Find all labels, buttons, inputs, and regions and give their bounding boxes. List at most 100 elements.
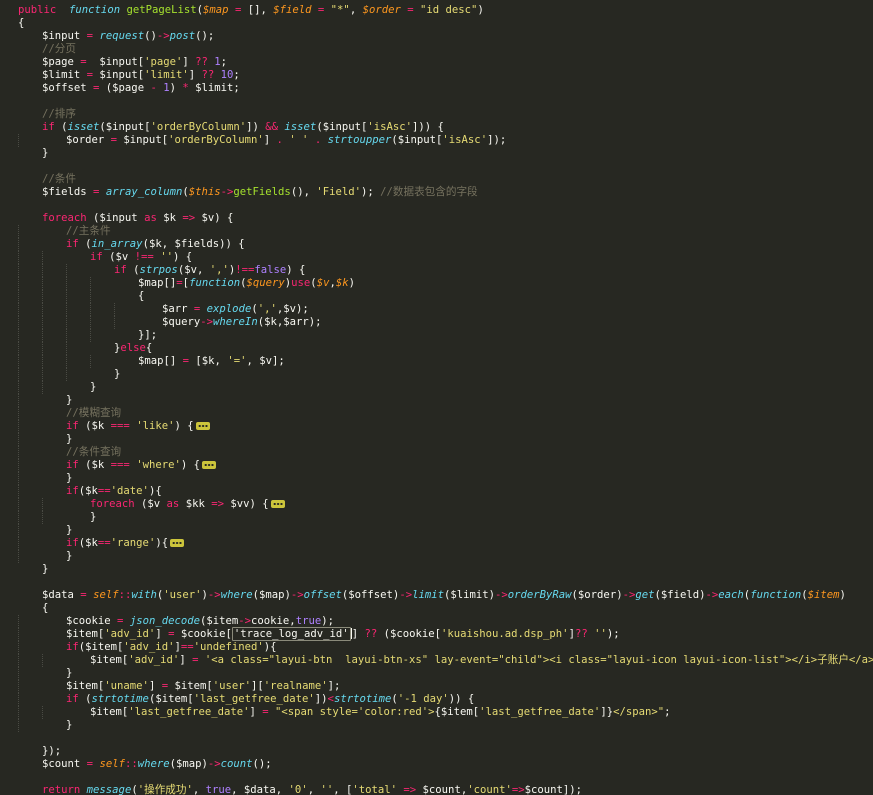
code-line[interactable]: } (6, 472, 873, 485)
code-token: $arr (162, 303, 194, 315)
indent-guide (66, 316, 67, 329)
code-line[interactable]: //条件查询 (6, 446, 873, 459)
code-line[interactable]: { (6, 290, 873, 303)
code-token: $map[] (138, 277, 177, 289)
code-token: strtoupper (327, 134, 392, 146)
code-line[interactable]: if (strpos($v, ',')!==false) { (6, 264, 873, 277)
code-token: !== (134, 251, 154, 263)
code-token: ($page (99, 82, 151, 94)
code-line[interactable]: public function getPageList($map = [], $… (6, 4, 873, 17)
code-line[interactable] (6, 95, 873, 108)
code-line[interactable]: $fields = array_column($this->getFields(… (6, 186, 873, 199)
code-line[interactable]: if ($k === 'like') { (6, 420, 873, 433)
code-token: [], (241, 4, 274, 16)
code-line[interactable]: $item['adv_id'] = '<a class="layui-btn l… (6, 654, 873, 667)
code-line[interactable]: } (6, 511, 873, 524)
code-token: $cookie[ (174, 628, 232, 640)
code-line[interactable]: } (6, 368, 873, 381)
code-line[interactable]: } (6, 667, 873, 680)
code-token: === (110, 420, 130, 432)
code-token: [$k, (189, 355, 228, 367)
folded-code-marker-icon[interactable] (201, 461, 216, 469)
code-line[interactable] (6, 732, 873, 745)
code-line[interactable]: if (isset($input['orderByColumn']) && is… (6, 121, 873, 134)
code-line[interactable]: $item['adv_id'] = $cookie['trace_log_adv… (6, 627, 873, 641)
indent-guide (42, 303, 43, 316)
code-line[interactable]: $input = request()->post(); (6, 30, 873, 43)
indent-guide (42, 251, 43, 264)
code-line[interactable]: $map[]=[function($query)use($v,$k) (6, 277, 873, 290)
code-token: else (120, 342, 146, 354)
code-line[interactable]: foreach ($input as $k => $v) { (6, 212, 873, 225)
code-area[interactable]: public function getPageList($map = [], $… (6, 4, 873, 795)
code-line[interactable]: //主条件 (6, 225, 873, 238)
code-line[interactable]: $cookie = json_decode($item->cookie,true… (6, 615, 873, 628)
code-line[interactable]: } (6, 394, 873, 407)
code-token: ] (182, 56, 196, 68)
code-line[interactable]: } (6, 381, 873, 394)
indent-guide (18, 381, 19, 394)
code-line[interactable]: //分页 (6, 43, 873, 56)
code-token: => (182, 212, 196, 224)
code-line[interactable] (6, 160, 873, 173)
code-line[interactable] (6, 771, 873, 784)
code-token: ) (477, 4, 484, 16)
code-token: ); (606, 628, 620, 640)
code-line[interactable]: $query->whereIn($k,$arr); (6, 316, 873, 329)
folded-code-marker-icon[interactable] (270, 500, 285, 508)
code-token: 'undefined' (193, 641, 264, 653)
code-line[interactable]: if($k=='date'){ (6, 485, 873, 498)
code-line[interactable]: if($k=='range'){ (6, 537, 873, 550)
code-line[interactable]: } (6, 524, 873, 537)
code-line[interactable]: { (6, 602, 873, 615)
code-line[interactable]: $item['uname'] = $item['user']['realname… (6, 680, 873, 693)
indent-guide (18, 264, 19, 277)
code-token: $count (42, 758, 87, 770)
code-line[interactable]: if($item['adv_id']=='undefined'){ (6, 641, 873, 654)
code-line[interactable]: $offset = ($page - 1) * $limit; (6, 82, 873, 95)
code-token: '操作成功' (137, 784, 193, 795)
code-line[interactable]: $page = $input['page'] ?? 1; (6, 56, 873, 69)
code-line[interactable] (6, 576, 873, 589)
code-token: foreach (42, 212, 87, 224)
code-line[interactable]: if ($v !== '') { (6, 251, 873, 264)
code-line[interactable]: $item['last_getfree_date'] = "<span styl… (6, 706, 873, 719)
code-token: { (42, 602, 49, 614)
code-line[interactable]: return message('操作成功', true, $data, '0',… (6, 784, 873, 795)
code-line[interactable] (6, 199, 873, 212)
code-token: (), (290, 186, 317, 198)
code-line[interactable]: //条件 (6, 173, 873, 186)
code-line[interactable]: } (6, 719, 873, 732)
code-line[interactable]: $data = self::with('user')->where($map)-… (6, 589, 873, 602)
code-line[interactable]: { (6, 17, 873, 30)
code-token: function (189, 277, 241, 289)
code-line[interactable]: } (6, 563, 873, 576)
code-token: } (66, 550, 73, 562)
code-line[interactable]: if (in_array($k, $fields)) { (6, 238, 873, 251)
code-token: if (66, 459, 79, 471)
folded-code-marker-icon[interactable] (170, 539, 185, 547)
code-line[interactable]: $map[] = [$k, '=', $v]; (6, 355, 873, 368)
code-line[interactable]: } (6, 433, 873, 446)
code-line[interactable]: if ($k === 'where') { (6, 459, 873, 472)
code-line[interactable]: $order = $input['orderByColumn'] . ' ' .… (6, 134, 873, 147)
code-token: public (18, 4, 57, 16)
code-line[interactable]: } (6, 147, 873, 160)
code-line[interactable]: }); (6, 745, 873, 758)
code-line[interactable]: } (6, 550, 873, 563)
indent-guide (18, 225, 19, 238)
code-token: ] (148, 680, 162, 692)
code-line[interactable]: $arr = explode(',',$v); (6, 303, 873, 316)
code-line[interactable]: foreach ($v as $kk => $vv) { (6, 498, 873, 511)
code-token: , [ (333, 784, 353, 795)
code-line[interactable]: if (strtotime($item['last_getfree_date']… (6, 693, 873, 706)
code-token: -> (220, 186, 234, 198)
code-line[interactable]: //排序 (6, 108, 873, 121)
folded-code-marker-icon[interactable] (195, 422, 210, 430)
code-line[interactable]: }else{ (6, 342, 873, 355)
code-line[interactable]: }]; (6, 329, 873, 342)
code-line[interactable]: //模糊查询 (6, 407, 873, 420)
code-line[interactable]: $limit = $input['limit'] ?? 10; (6, 69, 873, 82)
code-line[interactable]: $count = self::where($map)->count(); (6, 758, 873, 771)
code-editor[interactable]: public function getPageList($map = [], $… (0, 0, 873, 795)
